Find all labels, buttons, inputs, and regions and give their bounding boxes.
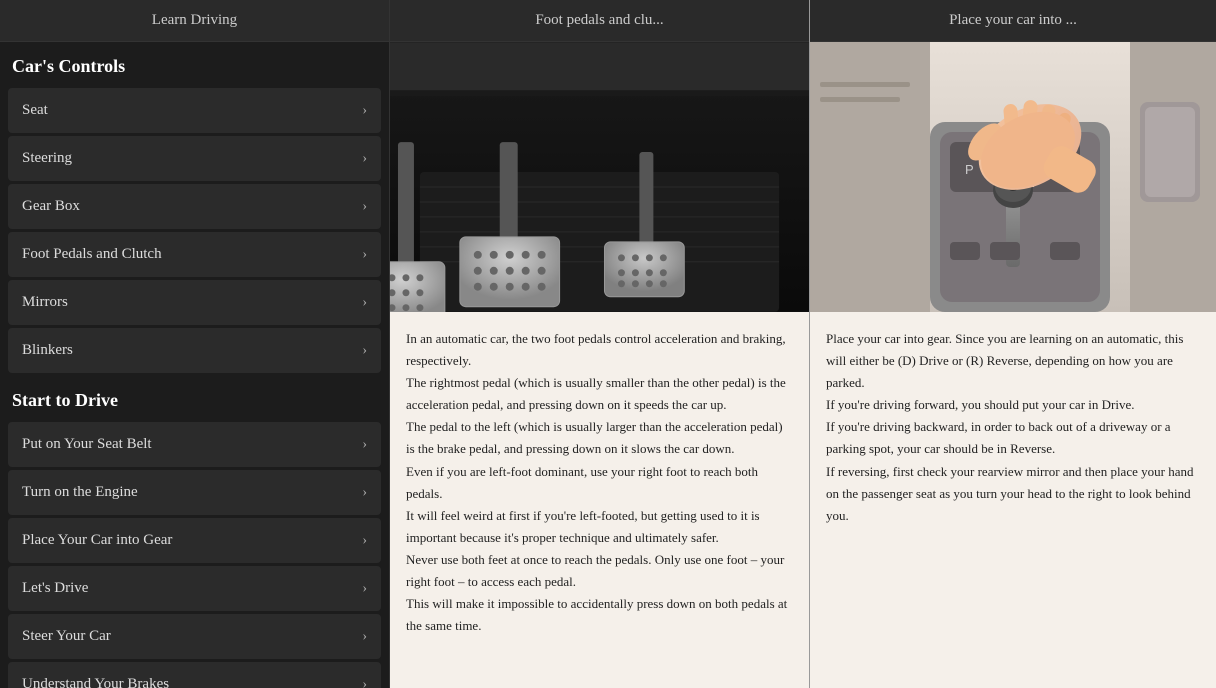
menu-label-mirrors: Mirrors (22, 294, 68, 311)
chevron-icon-mirrors: › (362, 295, 367, 311)
menu-item-steering[interactable]: Steering › (8, 136, 381, 181)
menu-item-mirrors[interactable]: Mirrors › (8, 280, 381, 325)
middle-body-text: In an automatic car, the two foot pedals… (390, 312, 809, 653)
chevron-icon-footpedals: › (362, 247, 367, 263)
chevron-icon-blinkers: › (362, 343, 367, 359)
menu-label-gearbox: Gear Box (22, 198, 80, 215)
start-to-drive-list: Put on Your Seat Belt › Turn on the Engi… (0, 419, 389, 688)
chevron-icon-engine: › (362, 485, 367, 501)
menu-label-footpedals: Foot Pedals and Clutch (22, 246, 162, 263)
chevron-icon-placegear: › (362, 533, 367, 549)
right-body-text: Place your car into gear. Since you are … (810, 312, 1216, 543)
menu-label-steer: Steer Your Car (22, 628, 111, 645)
menu-item-engine[interactable]: Turn on the Engine › (8, 470, 381, 515)
menu-item-placegear[interactable]: Place Your Car into Gear › (8, 518, 381, 563)
menu-label-steering: Steering (22, 150, 72, 167)
menu-label-brakes: Understand Your Brakes (22, 676, 169, 688)
chevron-icon-steering: › (362, 151, 367, 167)
middle-header: Foot pedals and clu... (390, 0, 809, 42)
menu-item-footpedals[interactable]: Foot Pedals and Clutch › (8, 232, 381, 277)
menu-label-seatbelt: Put on Your Seat Belt (22, 436, 152, 453)
chevron-icon-gearbox: › (362, 199, 367, 215)
cars-controls-title: Car's Controls (0, 42, 389, 85)
right-panel: Place your car into ... (810, 0, 1216, 688)
gear-image: P R N D S (810, 42, 1216, 312)
menu-item-letsdrive[interactable]: Let's Drive › (8, 566, 381, 611)
left-header: Learn Driving (0, 0, 389, 42)
menu-label-blinkers: Blinkers (22, 342, 73, 359)
menu-label-letsdrive: Let's Drive (22, 580, 88, 597)
menu-label-seat: Seat (22, 102, 48, 119)
chevron-icon-brakes: › (362, 677, 367, 688)
menu-item-blinkers[interactable]: Blinkers › (8, 328, 381, 373)
menu-item-seatbelt[interactable]: Put on Your Seat Belt › (8, 422, 381, 467)
start-to-drive-title: Start to Drive (0, 376, 389, 419)
cars-controls-list: Seat › Steering › Gear Box › Foot Pedals… (0, 85, 389, 376)
chevron-icon-letsdrive: › (362, 581, 367, 597)
right-header: Place your car into ... (810, 0, 1216, 42)
chevron-icon-seatbelt: › (362, 437, 367, 453)
menu-label-placegear: Place Your Car into Gear (22, 532, 172, 549)
menu-item-brakes[interactable]: Understand Your Brakes › (8, 662, 381, 688)
menu-label-engine: Turn on the Engine (22, 484, 138, 501)
left-panel: Learn Driving Car's Controls Seat › Stee… (0, 0, 390, 688)
menu-item-steer[interactable]: Steer Your Car › (8, 614, 381, 659)
svg-text:P: P (965, 162, 974, 177)
menu-item-gearbox[interactable]: Gear Box › (8, 184, 381, 229)
chevron-icon-steer: › (362, 629, 367, 645)
pedals-image (390, 42, 809, 312)
chevron-icon-seat: › (362, 103, 367, 119)
middle-panel: Foot pedals and clu... (390, 0, 810, 688)
menu-item-seat[interactable]: Seat › (8, 88, 381, 133)
